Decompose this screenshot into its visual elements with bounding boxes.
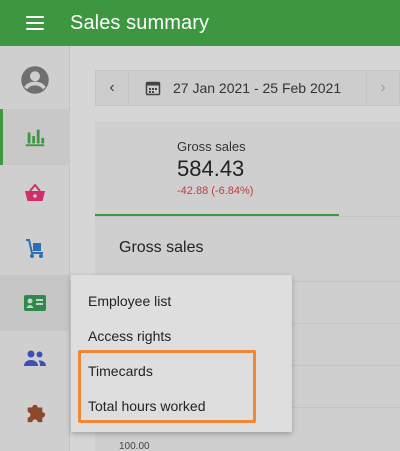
- date-range-label: 27 Jan 2021 - 25 Feb 2021: [173, 80, 342, 96]
- calendar-icon: [145, 80, 161, 96]
- date-range-picker[interactable]: 27 Jan 2021 - 25 Feb 2021: [129, 70, 366, 106]
- chevron-left-icon: ‹: [109, 79, 115, 96]
- next-period-button[interactable]: ›: [366, 70, 400, 106]
- badge-icon: [24, 295, 46, 311]
- menu-button[interactable]: [0, 0, 70, 46]
- puzzle-icon: [27, 404, 46, 423]
- sidebar-item-integrations[interactable]: [0, 385, 70, 441]
- y-axis-tick-label: 100.00: [119, 441, 150, 451]
- gross-sales-metric-tab[interactable]: Gross sales 584.43 -42.88 (-6.84%): [95, 122, 339, 216]
- sidebar-item-employees[interactable]: [0, 275, 70, 331]
- employees-menu: Employee list Access rights Timecards To…: [71, 275, 292, 432]
- basket-icon: [25, 183, 45, 201]
- sidebar-item-account[interactable]: [0, 52, 70, 108]
- metric-label: Gross sales: [177, 139, 246, 154]
- people-icon: [24, 350, 46, 366]
- chart-title: Gross sales: [119, 239, 204, 256]
- menu-item-timecards[interactable]: Timecards: [71, 353, 292, 388]
- sidebar: [0, 46, 70, 451]
- account-circle-icon: [21, 66, 49, 94]
- menu-item-employee-list[interactable]: Employee list: [71, 283, 292, 318]
- date-range-bar: ‹ 27 Jan 2021 - 25 Feb 2021 ›: [95, 70, 400, 106]
- menu-item-access-rights[interactable]: Access rights: [71, 318, 292, 353]
- app-bar: Sales summary: [0, 0, 400, 46]
- chevron-right-icon: ›: [380, 79, 386, 96]
- metric-delta: -42.88 (-6.84%): [177, 185, 254, 197]
- sidebar-item-inventory[interactable]: [0, 221, 70, 277]
- menu-item-total-hours-worked[interactable]: Total hours worked: [71, 388, 292, 423]
- sidebar-item-items[interactable]: [0, 165, 70, 221]
- dolly-icon: [26, 239, 43, 258]
- card-divider: [95, 216, 400, 217]
- sidebar-item-customers[interactable]: [0, 330, 70, 386]
- page-title: Sales summary: [70, 11, 210, 34]
- previous-period-button[interactable]: ‹: [95, 70, 129, 106]
- metric-value: 584.43: [177, 156, 245, 181]
- sidebar-item-analytics[interactable]: [0, 109, 70, 165]
- hamburger-icon: [26, 16, 44, 30]
- bar-chart-icon: [25, 129, 45, 147]
